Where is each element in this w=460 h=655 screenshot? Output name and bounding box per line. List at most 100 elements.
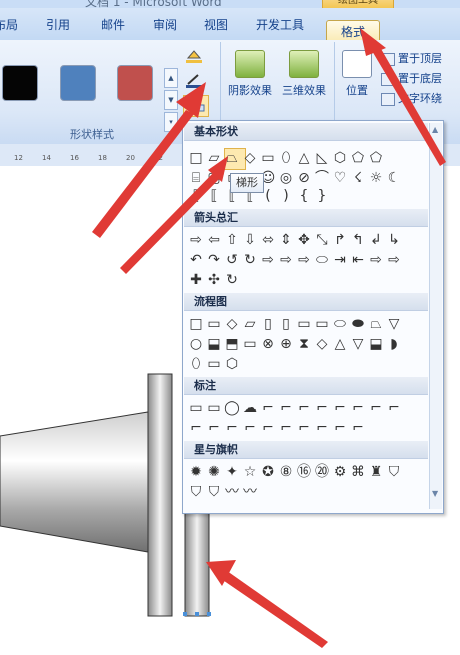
- alternate-process-shape[interactable]: ▭: [205, 315, 223, 333]
- send-to-back-button[interactable]: 置于底层: [381, 70, 442, 86]
- line-callout-shape[interactable]: ⌐: [295, 399, 313, 417]
- u-turn-arrow-shape[interactable]: ↰: [349, 231, 367, 249]
- line-callout-shape[interactable]: ⌐: [277, 419, 295, 437]
- tab-view[interactable]: 视图: [204, 16, 228, 33]
- lightning-shape[interactable]: ☇: [349, 169, 367, 187]
- callout-arrow-shape[interactable]: ⇨: [385, 251, 403, 269]
- frame-shape[interactable]: ▢: [205, 169, 223, 187]
- rounded-callout-shape[interactable]: ▭: [205, 399, 223, 417]
- callout-arrow-shape[interactable]: ⇤: [349, 251, 367, 269]
- decision-shape[interactable]: ◇: [223, 315, 241, 333]
- left-brace-shape[interactable]: {: [295, 187, 313, 205]
- collate-shape[interactable]: ⧗: [295, 335, 313, 353]
- line-callout-shape[interactable]: ⌐: [331, 419, 349, 437]
- merge-shape[interactable]: ▽: [349, 335, 367, 353]
- line-callout-shape[interactable]: ⌐: [349, 399, 367, 417]
- summing-junction-shape[interactable]: ⊗: [259, 335, 277, 353]
- document-shape[interactable]: ▭: [295, 315, 313, 333]
- rect-callout-shape[interactable]: ▭: [187, 399, 205, 417]
- preparation-shape[interactable]: ⬬: [349, 315, 367, 333]
- sort-shape[interactable]: ◇: [313, 335, 331, 353]
- circular-arrow-shape[interactable]: ↻: [223, 271, 241, 289]
- no-symbol-shape[interactable]: ⊘: [295, 169, 313, 187]
- bracket-shape[interactable]: ⟦: [187, 187, 205, 205]
- wave-shape[interactable]: 〰: [223, 483, 241, 501]
- ribbon-shape[interactable]: ⌘: [349, 463, 367, 481]
- tab-layout[interactable]: 布局: [0, 16, 18, 33]
- curved-arrow-shape[interactable]: ↻: [241, 251, 259, 269]
- curved-arrow-shape[interactable]: ↷: [205, 251, 223, 269]
- scroll-up-icon[interactable]: ▲: [432, 125, 438, 134]
- right-brace-shape[interactable]: }: [313, 187, 331, 205]
- four-point-star-shape[interactable]: ✦: [223, 463, 241, 481]
- line-callout-shape[interactable]: ⌐: [295, 419, 313, 437]
- line-callout-shape[interactable]: ⌐: [187, 419, 205, 437]
- sixteen-point-star-shape[interactable]: ⑯: [295, 463, 313, 481]
- callout-arrow-shape[interactable]: ⇨: [367, 251, 385, 269]
- bring-to-front-button[interactable]: 置于顶层: [381, 50, 442, 66]
- delay-shape[interactable]: ◗: [385, 335, 403, 353]
- selected-plate-shape[interactable]: [184, 500, 210, 617]
- chevron-shape[interactable]: ⬭: [313, 251, 331, 269]
- manual-operation-shape[interactable]: ▽: [385, 315, 403, 333]
- explosion-shape[interactable]: ✹: [187, 463, 205, 481]
- callout-arrow-shape[interactable]: ⇥: [331, 251, 349, 269]
- parallelogram-shape[interactable]: ▱: [205, 149, 223, 167]
- scroll-down-icon[interactable]: ▼: [432, 489, 438, 498]
- line-callout-shape[interactable]: ⌐: [259, 419, 277, 437]
- gallery-scrollbar[interactable]: ▲ ▼: [429, 123, 442, 509]
- sun-shape[interactable]: ☼: [367, 169, 385, 187]
- octagon-shape[interactable]: ⬯: [277, 149, 295, 167]
- bent-arrow-shape[interactable]: ↱: [331, 231, 349, 249]
- style-gallery-scroll[interactable]: ▲ ▼ ▾: [164, 68, 178, 134]
- change-shape-button[interactable]: [183, 95, 209, 117]
- shadow-effects-button[interactable]: 阴影效果: [226, 50, 274, 98]
- explosion-shape[interactable]: ✺: [205, 463, 223, 481]
- notched-arrow-shape[interactable]: ⇨: [277, 251, 295, 269]
- right-triangle-shape[interactable]: ◺: [313, 149, 331, 167]
- oval-callout-shape[interactable]: ◯: [223, 399, 241, 417]
- line-callout-shape[interactable]: ⌐: [277, 399, 295, 417]
- shape-style-red[interactable]: [117, 65, 153, 101]
- curved-arrow-shape[interactable]: ↶: [187, 251, 205, 269]
- double-wave-shape[interactable]: 〰: [241, 483, 259, 501]
- shapes-gallery[interactable]: 基本形状 □▱⏢◇▭⬯△◺⬡⬠⬠ ⌸▢▫◔☺◎⊘⌒♡☇☼☾ ⟦⟦⟦⟦(){} 箭…: [182, 120, 444, 514]
- star-shape[interactable]: ✪: [259, 463, 277, 481]
- line-callout-shape[interactable]: ⌐: [259, 399, 277, 417]
- line-callout-shape[interactable]: ⌐: [223, 419, 241, 437]
- quad-callout-shape[interactable]: ✣: [205, 271, 223, 289]
- tab-review[interactable]: 审阅: [153, 16, 177, 33]
- text-wrap-button[interactable]: 文字环绕: [381, 90, 442, 106]
- quad-arrow-shape[interactable]: ✥: [295, 231, 313, 249]
- scroll-up-icon[interactable]: ▲: [164, 68, 178, 88]
- cone-shape[interactable]: [0, 411, 149, 553]
- line-callout-shape[interactable]: ⌐: [313, 399, 331, 417]
- flange-shape[interactable]: [147, 373, 173, 617]
- process-shape[interactable]: □: [187, 315, 205, 333]
- up-arrow-shape[interactable]: ⇧: [223, 231, 241, 249]
- arc-shape[interactable]: ⌒: [313, 169, 331, 187]
- shape-style-black[interactable]: [2, 65, 38, 101]
- magnetic-disk-shape[interactable]: ⬯: [187, 355, 205, 373]
- terminator-shape[interactable]: ⬭: [331, 315, 349, 333]
- rounded-rect-shape[interactable]: ▭: [259, 149, 277, 167]
- twentyfour-point-star-shape[interactable]: ⑳: [313, 463, 331, 481]
- line-callout-shape[interactable]: ⌐: [331, 399, 349, 417]
- pentagon-arrow-shape[interactable]: ⇨: [295, 251, 313, 269]
- ribbon-shape[interactable]: ♜: [367, 463, 385, 481]
- display-shape[interactable]: ⬡: [223, 355, 241, 373]
- selection-handle[interactable]: [195, 612, 199, 616]
- multidocument-shape[interactable]: ▭: [313, 315, 331, 333]
- expand-gallery-icon[interactable]: ▾: [164, 112, 178, 132]
- scroll-shape[interactable]: ⛉: [187, 483, 205, 501]
- heart-shape[interactable]: ♡: [331, 169, 349, 187]
- line-callout-shape[interactable]: ⌐: [313, 419, 331, 437]
- bracket-shape[interactable]: ⟦: [205, 187, 223, 205]
- position-button[interactable]: 位置: [340, 50, 374, 98]
- ribbon-shape[interactable]: ⛉: [385, 463, 403, 481]
- moon-shape[interactable]: ☾: [385, 169, 403, 187]
- donut-shape[interactable]: ◎: [277, 169, 295, 187]
- card-shape[interactable]: ⬒: [223, 335, 241, 353]
- fill-color-icon[interactable]: [184, 48, 204, 64]
- internal-storage-shape[interactable]: ▯: [277, 315, 295, 333]
